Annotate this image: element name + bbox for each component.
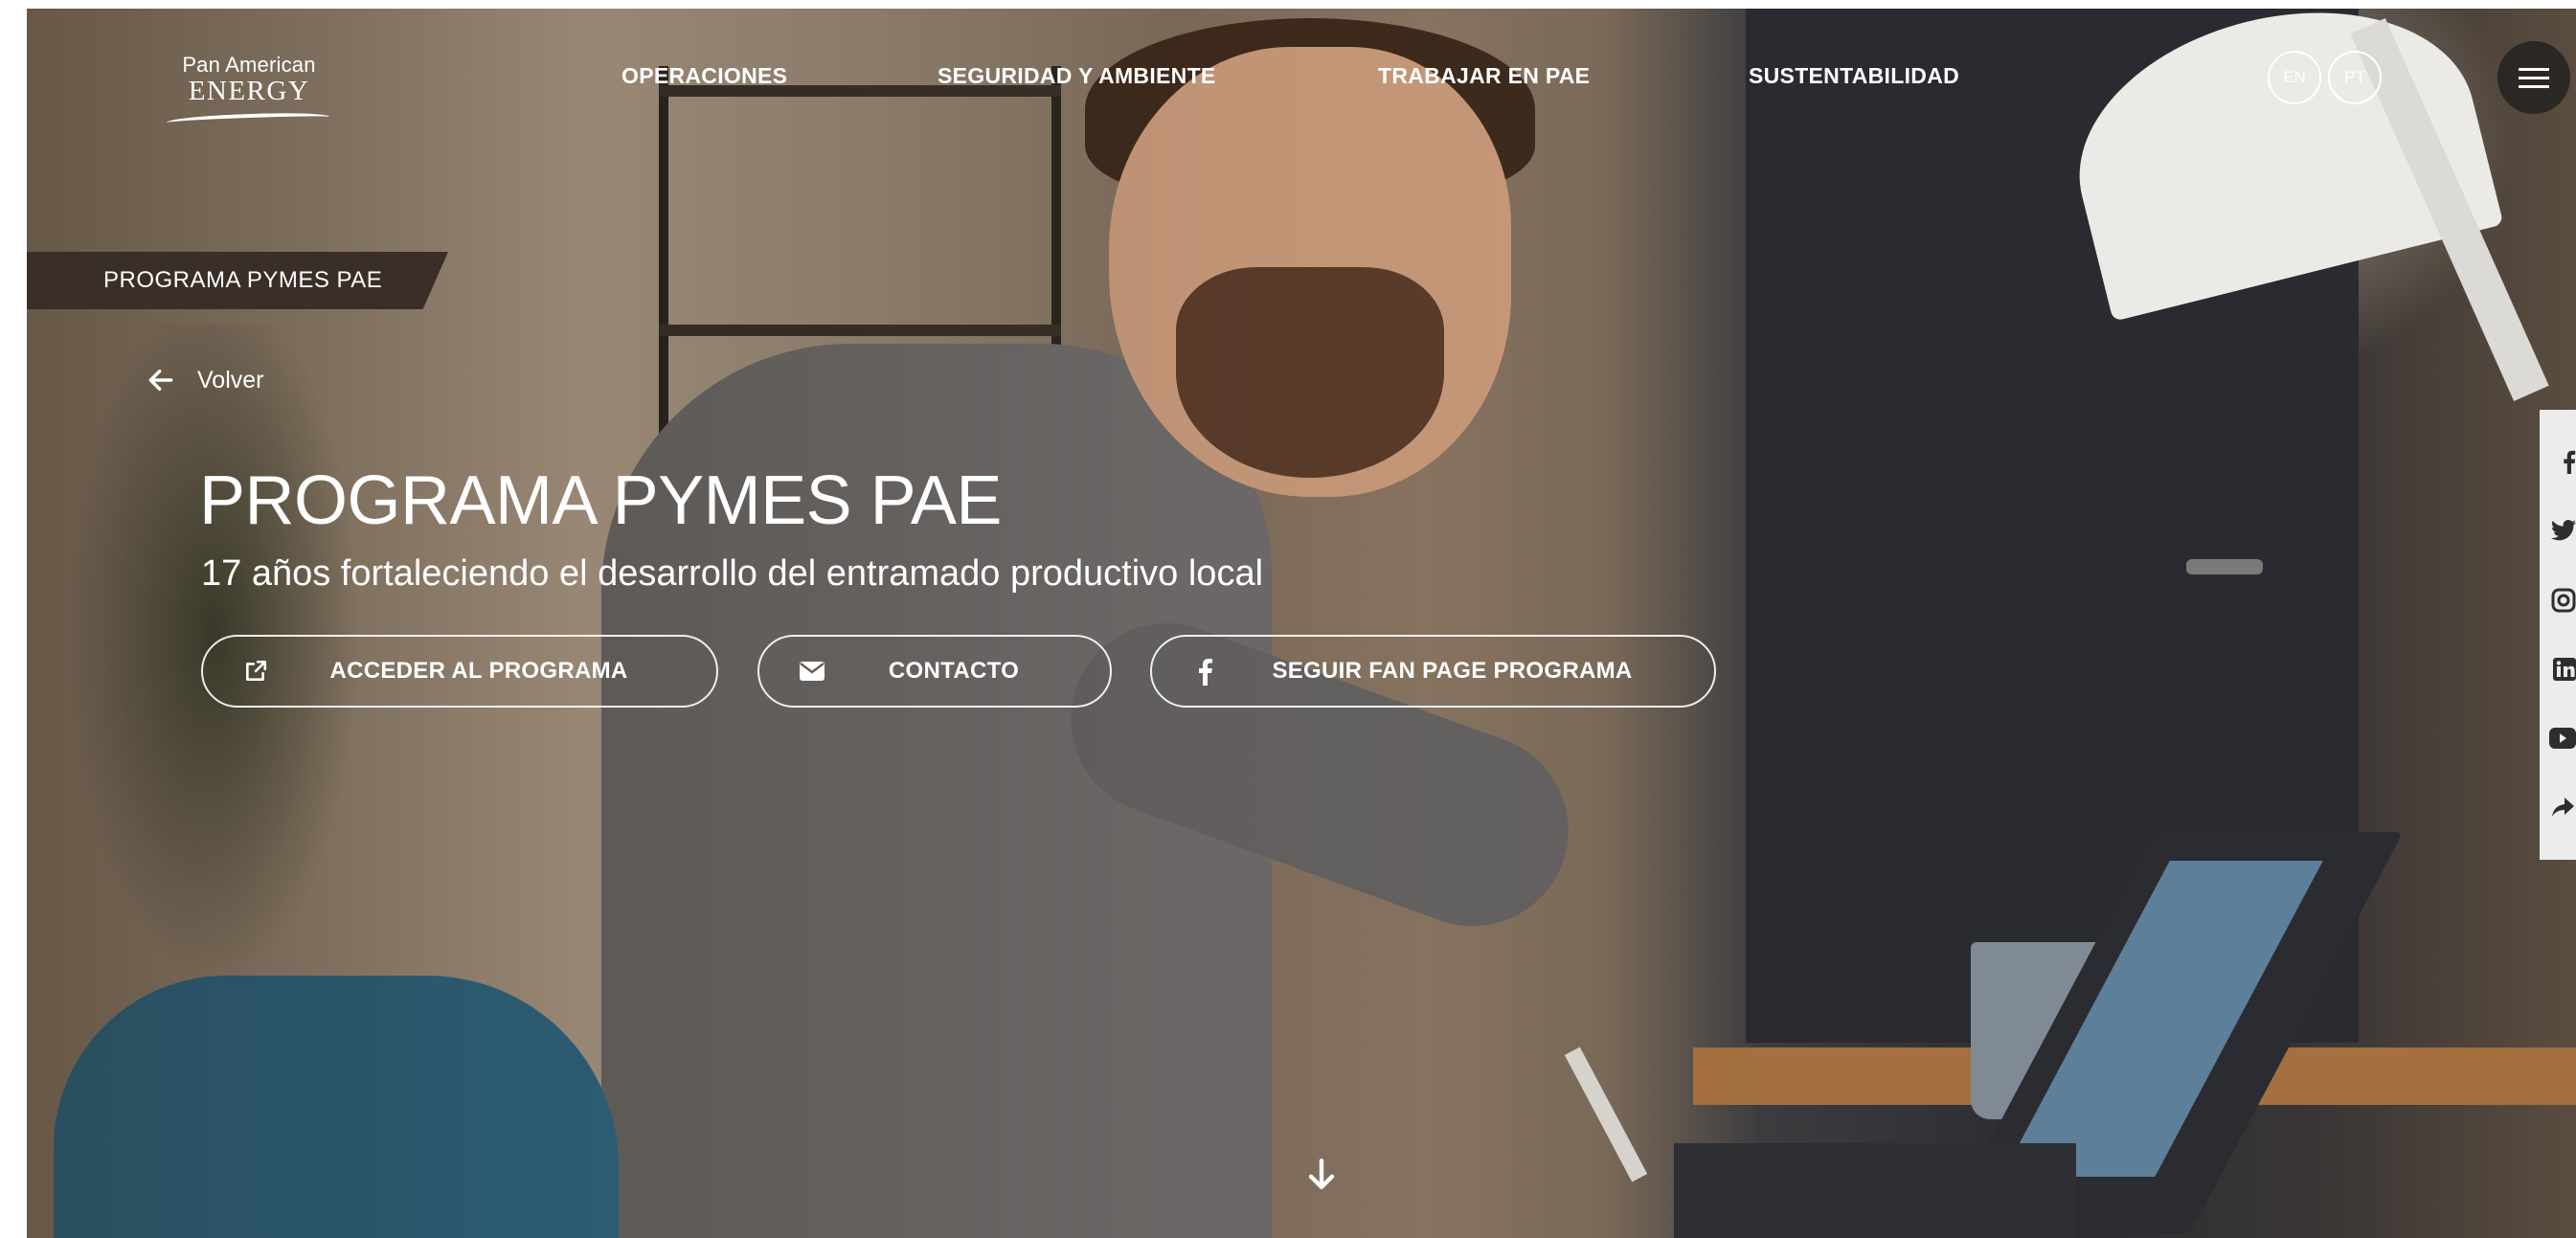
contacto-button[interactable]: CONTACTO <box>757 635 1112 708</box>
back-link[interactable]: Volver <box>146 361 263 399</box>
page-subtitle: 17 años fortaleciendo el desarrollo del … <box>201 553 1264 594</box>
acceder-al-programa-label: ACCEDER AL PROGRAMA <box>329 658 628 684</box>
section-tag: PROGRAMA PYMES PAE <box>27 252 448 309</box>
logo-line2: ENERGY <box>188 76 310 106</box>
nav-sustentabilidad[interactable]: SUSTENTABILIDAD <box>1749 63 1959 89</box>
hamburger-icon-line <box>2519 76 2549 79</box>
arrow-down-icon <box>1308 1159 1335 1190</box>
facebook-icon[interactable] <box>2549 447 2576 476</box>
language-en-button[interactable]: EN <box>2268 51 2321 104</box>
nav-trabajar-en-pae[interactable]: TRABAJAR EN PAE <box>1378 63 1590 89</box>
youtube-icon[interactable] <box>2549 724 2576 753</box>
seguir-fan-page-button[interactable]: SEGUIR FAN PAGE PROGRAMA <box>1150 635 1716 708</box>
social-share-rail <box>2540 410 2576 860</box>
language-pt-button[interactable]: PT <box>2328 51 2382 104</box>
logo-line1: Pan American <box>182 53 316 77</box>
scroll-down-button[interactable] <box>1300 1154 1343 1196</box>
hamburger-icon <box>2519 67 2549 71</box>
hero-overlay <box>27 9 2576 1238</box>
seguir-fan-page-label: SEGUIR FAN PAGE PROGRAMA <box>1272 658 1633 684</box>
menu-button[interactable] <box>2497 41 2570 114</box>
acceder-al-programa-button[interactable]: ACCEDER AL PROGRAMA <box>201 635 718 708</box>
nav-seguridad-y-ambiente[interactable]: SEGURIDAD Y AMBIENTE <box>938 63 1216 89</box>
nav-operaciones[interactable]: OPERACIONES <box>621 63 787 89</box>
brand-logo[interactable]: Pan American ENERGY <box>163 53 335 129</box>
logo-swoosh <box>166 111 330 128</box>
share-icon[interactable] <box>2549 794 2576 822</box>
linkedin-icon[interactable] <box>2549 655 2576 684</box>
hero-background-image <box>27 9 2576 1238</box>
back-link-label: Volver <box>197 366 264 394</box>
hamburger-icon-line <box>2519 84 2549 88</box>
instagram-icon[interactable] <box>2549 586 2576 615</box>
twitter-icon[interactable] <box>2549 516 2576 545</box>
arrow-left-icon <box>148 369 173 392</box>
section-tag-label: PROGRAMA PYMES PAE <box>103 267 383 293</box>
page-title: PROGRAMA PYMES PAE <box>199 462 1002 539</box>
contacto-label: CONTACTO <box>888 658 1020 684</box>
